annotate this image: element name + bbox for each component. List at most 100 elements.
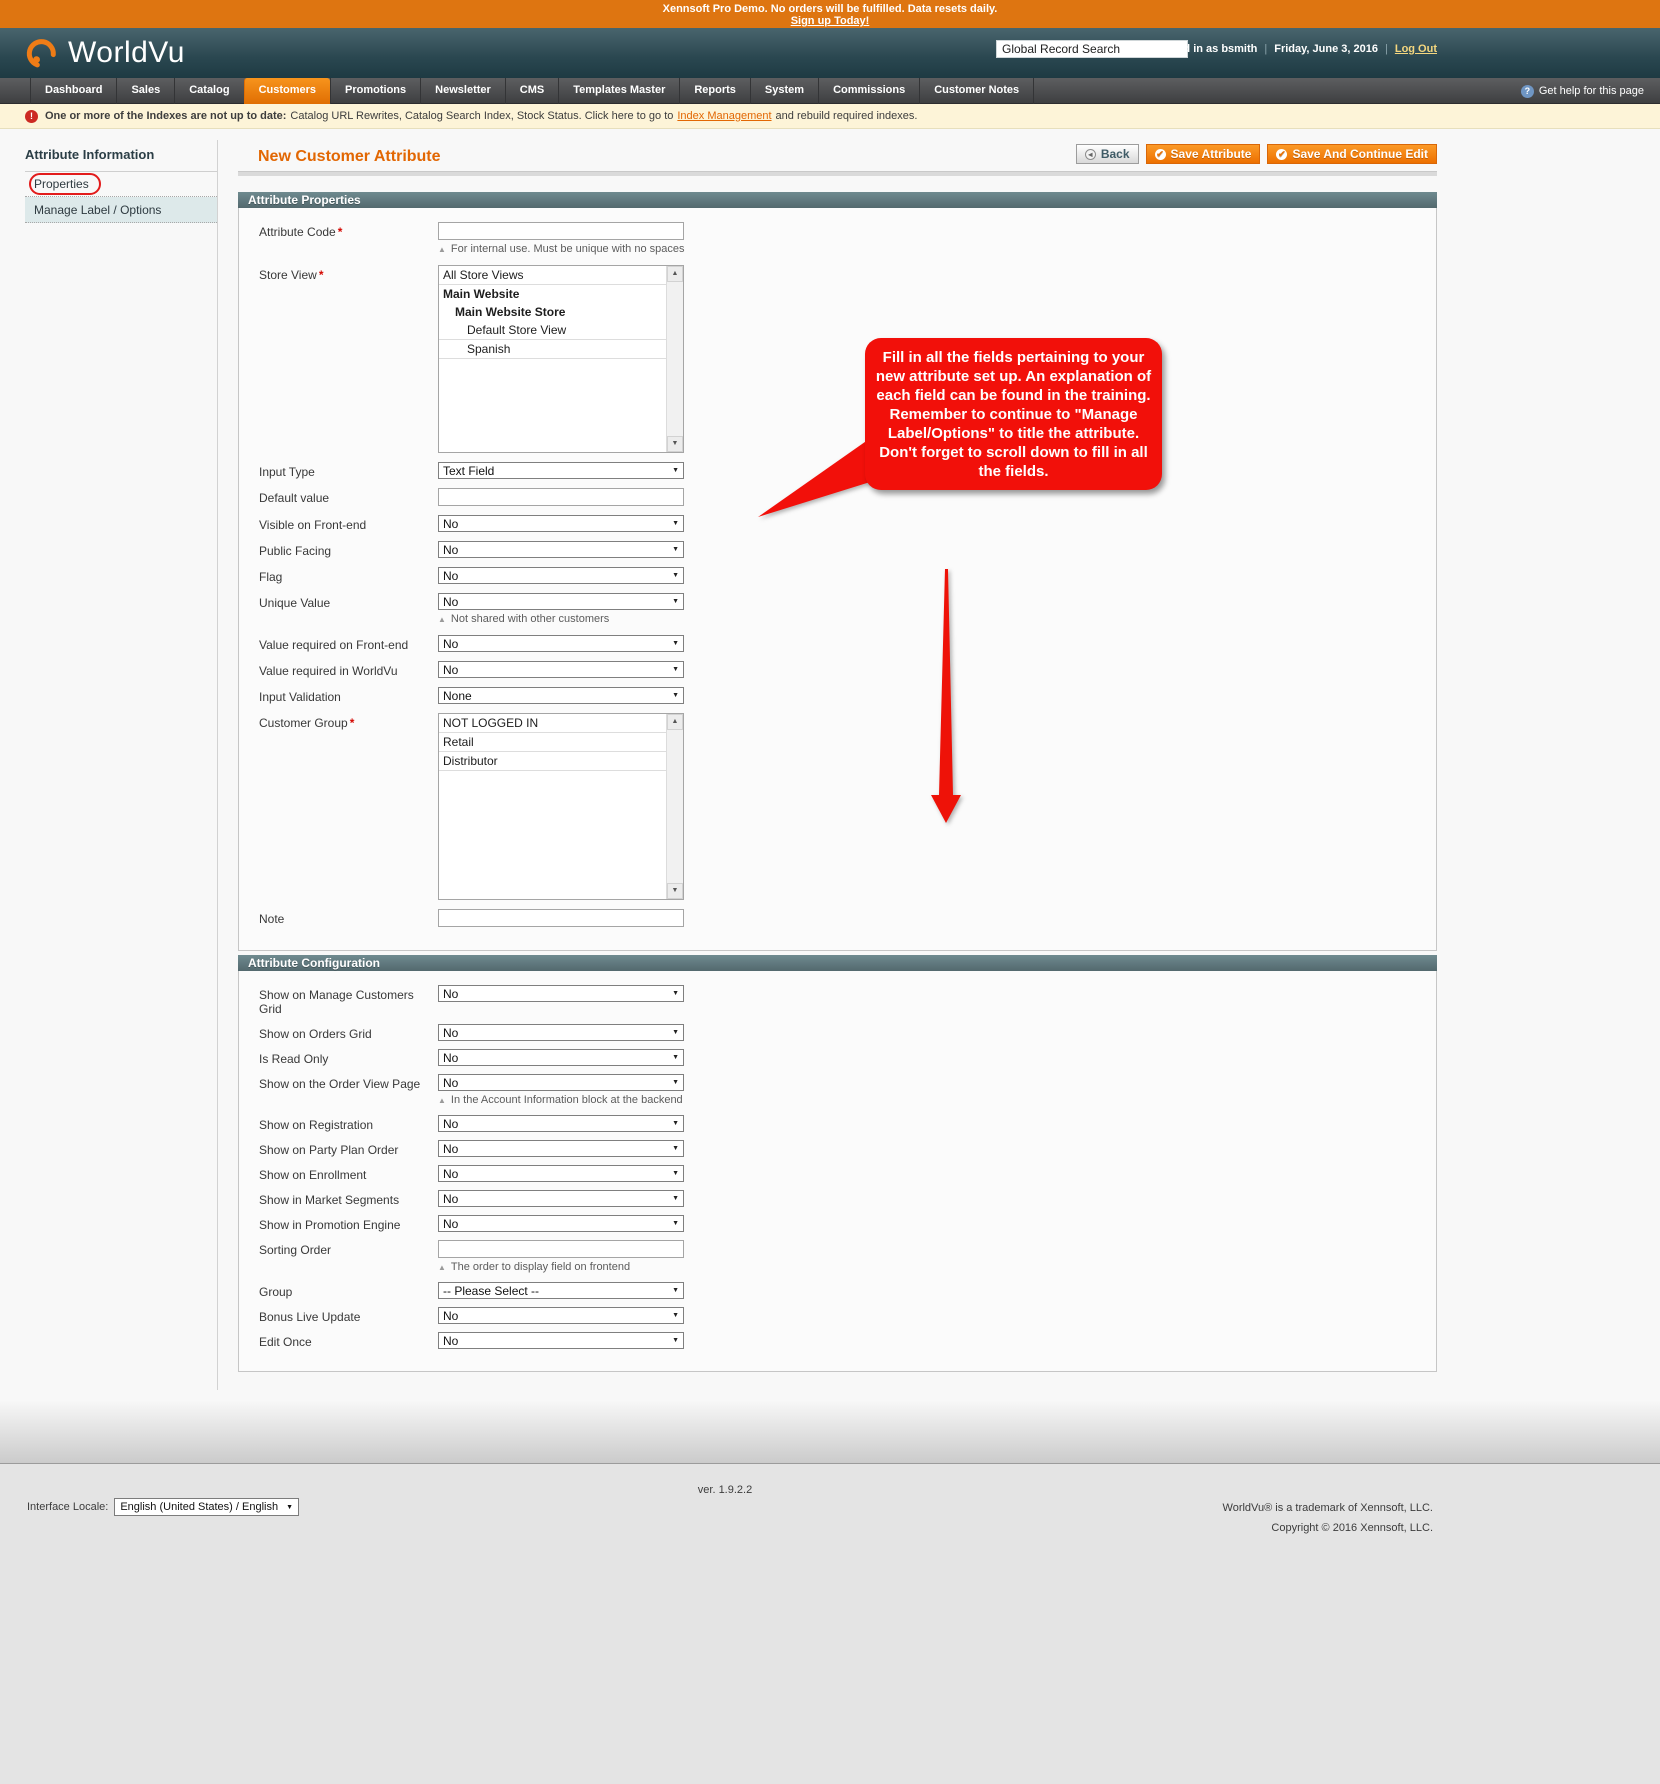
index-warning-bar: ! One or more of the Indexes are not up …	[0, 104, 1660, 129]
chevron-down-icon: ▼	[672, 1195, 679, 1202]
nav-item-newsletter[interactable]: Newsletter	[420, 78, 505, 104]
field-control: No▼	[438, 661, 684, 678]
nav-item-reports[interactable]: Reports	[679, 78, 750, 104]
section-attribute-properties: Attribute PropertiesAttribute Code*▲For …	[238, 192, 1437, 951]
field-label: Input Type	[259, 462, 438, 479]
unique-value-select[interactable]: No▼	[438, 593, 684, 610]
group-select[interactable]: -- Please Select --▼	[438, 1282, 684, 1299]
scroll-down-icon[interactable]: ▼	[667, 436, 683, 452]
field-label: Group	[259, 1282, 438, 1299]
interface-locale-label: Interface Locale:	[27, 1501, 108, 1513]
nav-item-catalog[interactable]: Catalog	[174, 78, 243, 104]
show-on-the-order-view-page-select[interactable]: No▼	[438, 1074, 684, 1091]
chevron-down-icon: ▼	[672, 1287, 679, 1294]
field-label: Sorting Order	[259, 1240, 438, 1274]
sidebar-item-properties[interactable]: Properties	[25, 171, 217, 197]
option-spanish[interactable]: Spanish	[439, 340, 666, 359]
scroll-down-icon[interactable]: ▼	[667, 883, 683, 899]
customer-group-multiselect[interactable]: NOT LOGGED INRetailDistributor▲▼	[438, 713, 684, 900]
field-row: Show in Market SegmentsNo▼	[259, 1190, 1436, 1207]
nav-item-dashboard[interactable]: Dashboard	[30, 78, 116, 104]
show-on-enrollment-select[interactable]: No▼	[438, 1165, 684, 1182]
note-input[interactable]	[438, 909, 684, 927]
select-value: No	[443, 1076, 458, 1090]
default-value-input[interactable]	[438, 488, 684, 506]
value-required-in-worldvu-select[interactable]: No▼	[438, 661, 684, 678]
field-row: Show on EnrollmentNo▼	[259, 1165, 1436, 1182]
sorting-order-input[interactable]	[438, 1240, 684, 1258]
scroll-up-icon[interactable]: ▲	[667, 266, 683, 282]
field-label-text: Attribute Code	[259, 225, 336, 239]
nav-item-promotions[interactable]: Promotions	[330, 78, 420, 104]
show-in-market-segments-select[interactable]: No▼	[438, 1190, 684, 1207]
sidebar-item-manage-label-options[interactable]: Manage Label / Options	[25, 197, 217, 223]
attribute-code-input[interactable]	[438, 222, 684, 240]
field-label-text: Flag	[259, 570, 282, 584]
show-in-promotion-engine-select[interactable]: No▼	[438, 1215, 684, 1232]
visible-on-front-end-select[interactable]: No▼	[438, 515, 684, 532]
copyright-text: Copyright © 2016 Xennsoft, LLC.	[1223, 1518, 1433, 1538]
option-default-store-view[interactable]: Default Store View	[439, 321, 666, 340]
field-control: No▼	[438, 1140, 684, 1157]
nav-item-system[interactable]: System	[750, 78, 818, 104]
select-value: No	[443, 1117, 458, 1131]
edit-once-select[interactable]: No▼	[438, 1332, 684, 1349]
bonus-live-update-select[interactable]: No▼	[438, 1307, 684, 1324]
chevron-down-icon: ▼	[672, 546, 679, 553]
field-row: Show on Registration No ▼	[259, 1115, 1436, 1132]
field-label: Value required on Front-end	[259, 635, 438, 652]
show-on-party-plan-order-select[interactable]: No▼	[438, 1140, 684, 1157]
option-not-logged-in[interactable]: NOT LOGGED IN	[439, 714, 666, 733]
nav-item-templates-master[interactable]: Templates Master	[558, 78, 679, 104]
field-label-text: Default value	[259, 491, 329, 505]
warning-lead: One or more of the Indexes are not up to…	[45, 110, 286, 122]
flag-select[interactable]: No▼	[438, 567, 684, 584]
nav-item-cms[interactable]: CMS	[505, 78, 558, 104]
value-required-on-front-end-select[interactable]: No▼	[438, 635, 684, 652]
is-read-only-select[interactable]: No▼	[438, 1049, 684, 1066]
public-facing-select[interactable]: No▼	[438, 541, 684, 558]
field-label-text: Show on Manage Customers Grid	[259, 988, 414, 1016]
back-button[interactable]: ◂Back	[1076, 144, 1139, 164]
logout-link[interactable]: Log Out	[1395, 43, 1437, 55]
option-main-website[interactable]: Main Website	[439, 285, 666, 303]
field-row: Show in Promotion EngineNo▼	[259, 1215, 1436, 1232]
field-row: Value required on Front-endNo▼	[259, 635, 1436, 652]
field-label: Value required in WorldVu	[259, 661, 438, 678]
field-label: Show on Registration	[259, 1115, 438, 1132]
nav-item-customer-notes[interactable]: Customer Notes	[919, 78, 1034, 104]
field-label-text: Show on Party Plan Order	[259, 1143, 398, 1157]
nav-item-sales[interactable]: Sales	[116, 78, 174, 104]
show-on-registration-select[interactable]: No ▼	[438, 1115, 684, 1132]
field-control: None▼	[438, 687, 684, 704]
interface-locale-select[interactable]: English (United States) / English ▼	[114, 1498, 299, 1516]
field-control: No▼	[438, 1215, 684, 1232]
field-control: No▼▲Not shared with other customers	[438, 593, 684, 626]
save-attribute-button[interactable]: ✔Save Attribute	[1146, 144, 1261, 164]
input-validation-select[interactable]: None▼	[438, 687, 684, 704]
field-control: No▼	[438, 541, 684, 558]
nav-item-customers[interactable]: Customers	[244, 78, 330, 104]
option-distributor[interactable]: Distributor	[439, 752, 666, 771]
show-on-manage-customers-grid-select[interactable]: No▼	[438, 985, 684, 1002]
option-retail[interactable]: Retail	[439, 733, 666, 752]
option-main-website-store[interactable]: Main Website Store	[439, 303, 666, 321]
field-control: NOT LOGGED INRetailDistributor▲▼	[438, 713, 684, 900]
save-and-continue-edit-button[interactable]: ✔Save And Continue Edit	[1267, 144, 1437, 164]
nav-item-commissions[interactable]: Commissions	[818, 78, 919, 104]
field-control: No▼	[438, 1190, 684, 1207]
scroll-up-icon[interactable]: ▲	[667, 714, 683, 730]
show-on-orders-grid-select[interactable]: No▼	[438, 1024, 684, 1041]
index-management-link[interactable]: Index Management	[677, 110, 771, 122]
chevron-down-icon: ▼	[672, 1120, 679, 1127]
input-type-select[interactable]: Text Field▼	[438, 462, 684, 479]
scrollbar[interactable]: ▲▼	[666, 714, 683, 899]
get-help-link[interactable]: ? Get help for this page	[1521, 78, 1644, 104]
section-header: Attribute Properties	[238, 192, 1437, 208]
scrollbar[interactable]: ▲▼	[666, 266, 683, 452]
signup-link[interactable]: Sign up Today!	[791, 15, 870, 27]
store-view-multiselect[interactable]: All Store ViewsMain WebsiteMain Website …	[438, 265, 684, 453]
field-label-text: Unique Value	[259, 596, 330, 610]
option-all-store-views[interactable]: All Store Views	[439, 266, 666, 285]
select-value: No	[443, 637, 458, 651]
